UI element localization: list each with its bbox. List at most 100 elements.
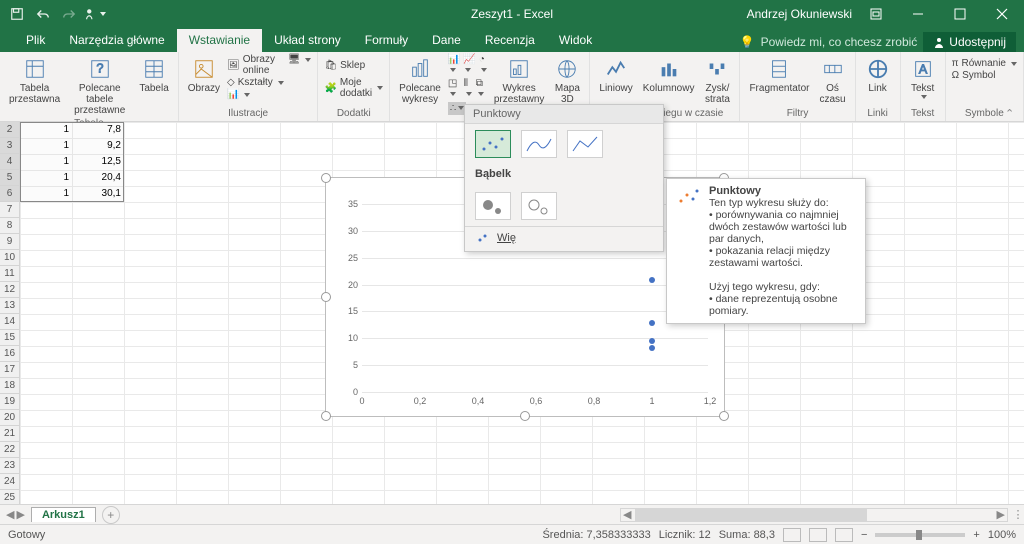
pictures-button[interactable]: Obrazy xyxy=(185,54,223,96)
row-header[interactable]: 19 xyxy=(0,394,19,410)
column-chart-button[interactable]: 📊 xyxy=(448,54,460,76)
tab-data[interactable]: Dane xyxy=(420,29,473,52)
row-header[interactable]: 11 xyxy=(0,266,19,282)
row-header[interactable]: 3 xyxy=(0,138,19,154)
store-button[interactable]: 🛍 Sklep xyxy=(324,60,383,71)
row-header[interactable]: 22 xyxy=(0,442,19,458)
row-header[interactable]: 8 xyxy=(0,218,19,234)
resize-handle[interactable] xyxy=(520,411,530,421)
zoom-in-button[interactable]: + xyxy=(973,529,979,541)
pie-chart-button[interactable]: ◔ xyxy=(479,54,487,76)
sheet-nav-next[interactable]: ▶ xyxy=(16,508,24,521)
cell[interactable]: 9,2 xyxy=(72,138,124,154)
row-header[interactable]: 24 xyxy=(0,474,19,490)
minimize-icon[interactable] xyxy=(900,0,936,28)
resize-handle[interactable] xyxy=(321,173,331,183)
row-header[interactable]: 16 xyxy=(0,346,19,362)
cell[interactable]: 1 xyxy=(20,122,72,138)
row-header[interactable]: 2 xyxy=(0,122,19,138)
combo-chart-button[interactable]: ⧉ xyxy=(476,78,487,100)
view-pagebreak-button[interactable] xyxy=(835,528,853,542)
cell[interactable]: 7,8 xyxy=(72,122,124,138)
row-header[interactable]: 4 xyxy=(0,154,19,170)
cell[interactable]: 1 xyxy=(20,154,72,170)
row-header[interactable]: 15 xyxy=(0,330,19,346)
row-header[interactable]: 20 xyxy=(0,410,19,426)
cell[interactable]: 1 xyxy=(20,170,72,186)
tab-layout[interactable]: Układ strony xyxy=(262,29,353,52)
redo-icon[interactable] xyxy=(58,3,80,25)
row-header[interactable]: 10 xyxy=(0,250,19,266)
resize-handle[interactable] xyxy=(321,411,331,421)
row-header[interactable]: 17 xyxy=(0,362,19,378)
sheet-nav-prev[interactable]: ◀ xyxy=(6,508,14,521)
undo-icon[interactable] xyxy=(32,3,54,25)
more-scatter-charts[interactable]: Wię xyxy=(465,226,663,251)
cells-area[interactable]: 1 1 1 1 1 7,8 9,2 12,5 20,4 30,1 0510152… xyxy=(20,122,1024,504)
shapes-button[interactable]: ◇ Kształty xyxy=(227,77,284,88)
tab-formulas[interactable]: Formuły xyxy=(353,29,420,52)
scatter-option-lines[interactable] xyxy=(567,130,603,158)
tab-review[interactable]: Recenzja xyxy=(473,29,547,52)
maximize-icon[interactable] xyxy=(942,0,978,28)
view-layout-button[interactable] xyxy=(809,528,827,542)
horizontal-scrollbar[interactable]: ◀ ▶ xyxy=(620,508,1008,522)
cell[interactable]: 1 xyxy=(20,138,72,154)
equation-button[interactable]: π Równanie xyxy=(952,58,1017,69)
sparkline-line-button[interactable]: Liniowy xyxy=(596,54,635,96)
resize-handle[interactable] xyxy=(321,292,331,302)
table-button[interactable]: Tabela xyxy=(136,54,171,96)
sheet-tab[interactable]: Arkusz1 xyxy=(31,507,96,522)
sparkline-winloss-button[interactable]: Zysk/ strata xyxy=(701,54,733,107)
zoom-out-button[interactable]: − xyxy=(861,529,867,541)
scrollbar-thumb[interactable] xyxy=(635,509,867,521)
hierarchy-chart-button[interactable]: ◳ xyxy=(448,78,461,100)
smartart-button[interactable]: 📊 xyxy=(227,89,284,100)
resize-handle[interactable] xyxy=(719,411,729,421)
cell[interactable]: 20,4 xyxy=(72,170,124,186)
tell-me[interactable]: Powiedz mi, co chcesz zrobić xyxy=(761,35,918,49)
row-header[interactable]: 6 xyxy=(0,186,19,202)
scatter-option-smooth[interactable] xyxy=(521,130,557,158)
save-icon[interactable] xyxy=(6,3,28,25)
slicer-button[interactable]: Fragmentator xyxy=(746,54,812,96)
ribbon-options-icon[interactable] xyxy=(858,0,894,28)
row-header[interactable]: 7 xyxy=(0,202,19,218)
link-button[interactable]: Link xyxy=(862,54,894,96)
sparkline-column-button[interactable]: Kolumnowy xyxy=(640,54,698,96)
collapse-ribbon-icon[interactable]: ⌃ xyxy=(1005,107,1021,119)
online-pictures-button[interactable]: 🖼 Obrazy online xyxy=(227,54,284,76)
row-header[interactable]: 13 xyxy=(0,298,19,314)
row-header[interactable]: 9 xyxy=(0,234,19,250)
zoom-slider[interactable] xyxy=(875,533,965,537)
row-header[interactable]: 18 xyxy=(0,378,19,394)
touch-mode-icon[interactable] xyxy=(84,3,106,25)
tab-home[interactable]: Narzędzia główne xyxy=(57,29,176,52)
text-button[interactable]: ATekst xyxy=(907,54,939,101)
cell[interactable]: 30,1 xyxy=(72,186,124,202)
tab-insert[interactable]: Wstawianie xyxy=(177,29,262,52)
row-header[interactable]: 5 xyxy=(0,170,19,186)
timeline-button[interactable]: Oś czasu xyxy=(816,54,848,107)
my-addins-button[interactable]: 🧩 Moje dodatki xyxy=(324,77,383,99)
view-normal-button[interactable] xyxy=(783,528,801,542)
row-header[interactable]: 14 xyxy=(0,314,19,330)
pivot-table-button[interactable]: Tabela przestawna xyxy=(6,54,63,107)
line-chart-button[interactable]: 📈 xyxy=(463,54,475,76)
bubble-option[interactable] xyxy=(475,192,511,220)
stat-chart-button[interactable]: ⫴ xyxy=(464,78,473,100)
tab-plik[interactable]: Plik xyxy=(14,29,57,52)
share-button[interactable]: Udostępnij xyxy=(923,32,1016,52)
zoom-level[interactable]: 100% xyxy=(988,529,1016,541)
scatter-option-markers[interactable] xyxy=(475,130,511,158)
row-header[interactable]: 12 xyxy=(0,282,19,298)
add-sheet-button[interactable]: + xyxy=(102,506,120,524)
row-header[interactable]: 21 xyxy=(0,426,19,442)
tab-view[interactable]: Widok xyxy=(547,29,604,52)
row-header[interactable]: 23 xyxy=(0,458,19,474)
cell[interactable]: 12,5 xyxy=(72,154,124,170)
recommended-pivot-button[interactable]: ?Polecane tabele przestawne xyxy=(67,54,132,118)
screenshot-button[interactable]: 🖥 xyxy=(288,54,312,65)
close-icon[interactable] xyxy=(984,0,1020,28)
worksheet-grid[interactable]: 2 3 4 5 6 7 8 9 10 11 12 13 14 15 16 17 … xyxy=(0,122,1024,504)
